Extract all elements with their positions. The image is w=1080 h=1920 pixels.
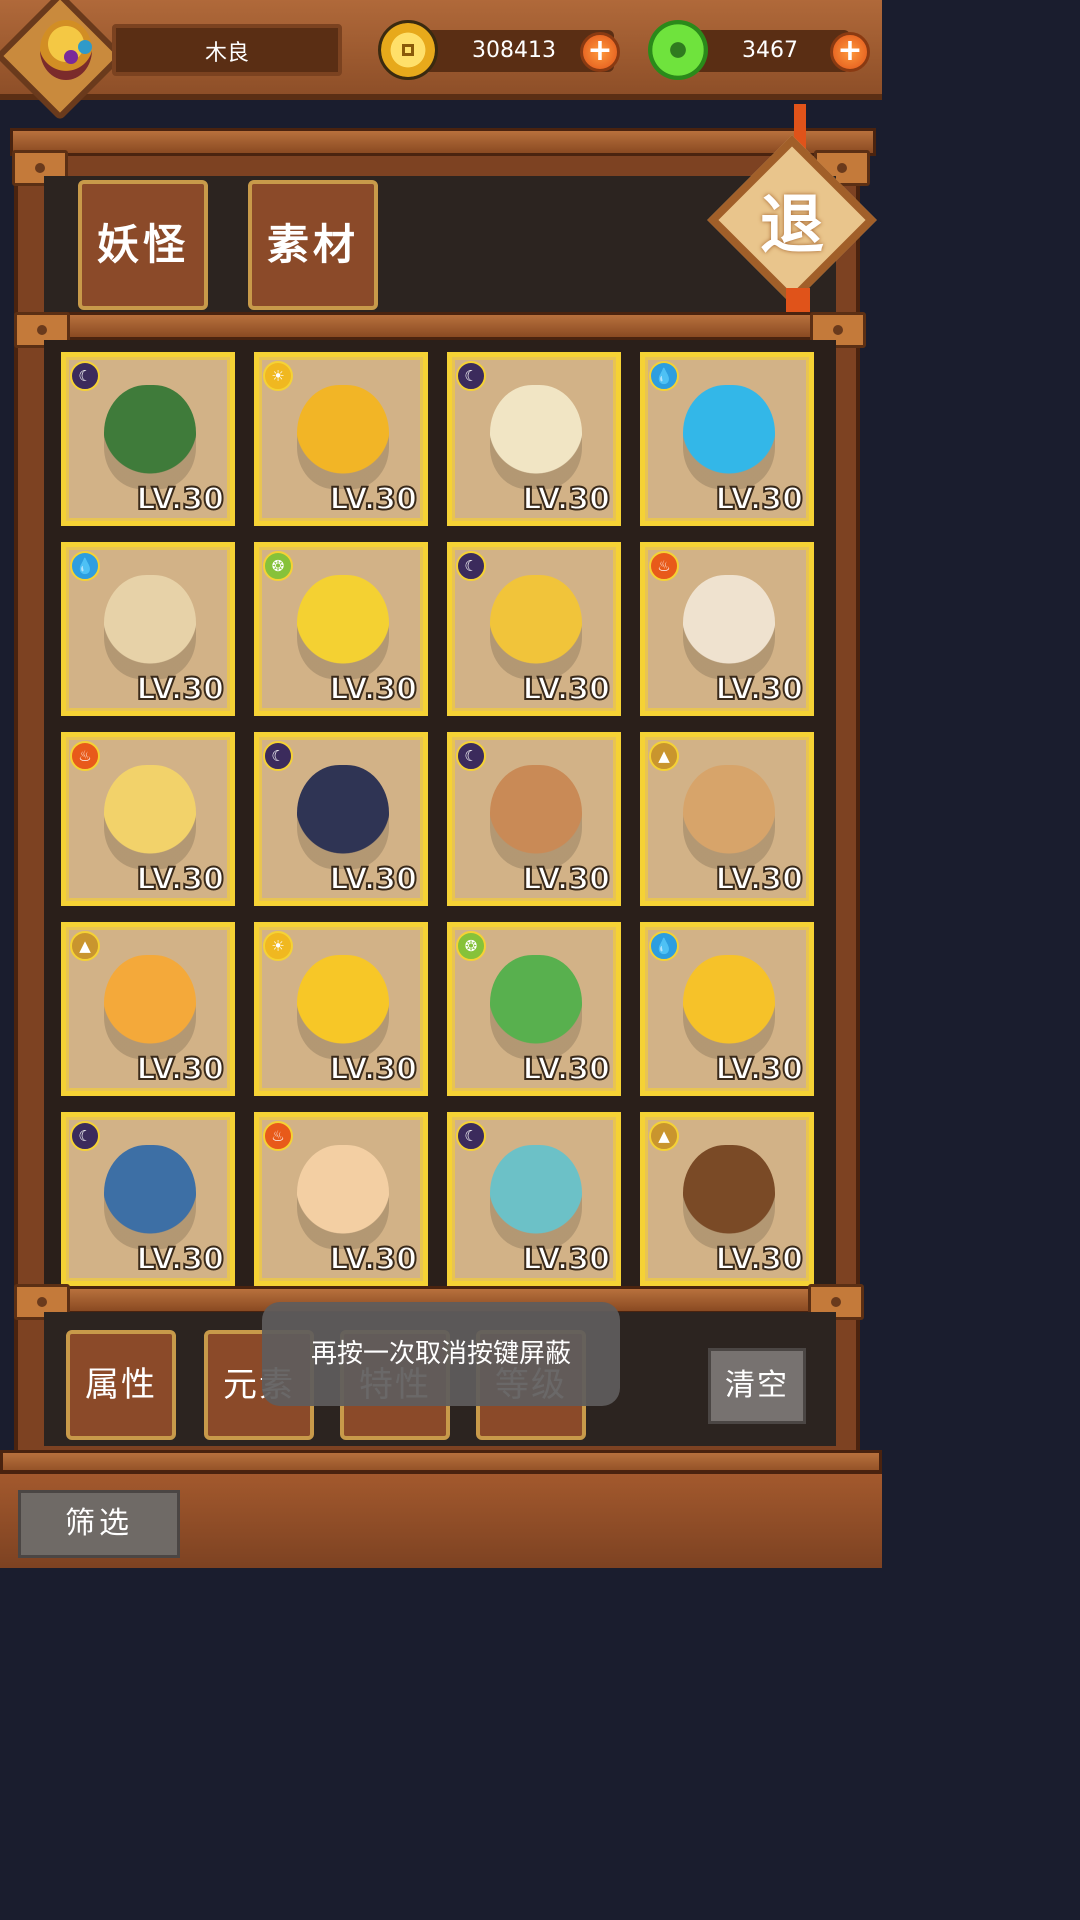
monster-level: LV.30 (136, 861, 225, 898)
monster-level: LV.30 (136, 481, 225, 518)
jade-amount: 3467 (690, 30, 850, 72)
monster-image (297, 1145, 389, 1249)
gold-coin-icon (378, 20, 438, 80)
monster-image (683, 765, 775, 869)
moon-element-icon: ☾ (70, 361, 100, 391)
monster-image (297, 385, 389, 489)
monster-level: LV.30 (715, 1241, 804, 1278)
middle-beam (14, 312, 862, 340)
monster-card[interactable]: ☾ LV.30 (447, 732, 621, 906)
filter-attribute[interactable]: 属性 (66, 1330, 176, 1440)
monster-level: LV.30 (329, 481, 418, 518)
filter-button[interactable]: 筛选 (18, 1490, 180, 1558)
moon-element-icon: ☾ (456, 551, 486, 581)
monster-level: LV.30 (522, 1051, 611, 1088)
monster-level: LV.30 (136, 671, 225, 708)
monster-level: LV.30 (715, 671, 804, 708)
monster-image (104, 765, 196, 869)
gem-icon (78, 40, 92, 54)
add-jade-button[interactable]: + (830, 32, 870, 72)
monster-card[interactable]: ❂ LV.30 (447, 922, 621, 1096)
moon-element-icon: ☾ (70, 1121, 100, 1151)
monster-card[interactable]: ▲ LV.30 (61, 922, 235, 1096)
jade-coin-icon (648, 20, 708, 80)
sun-element-icon: ☀ (263, 931, 293, 961)
sun-element-icon: ☀ (263, 361, 293, 391)
monster-card[interactable]: ▲ LV.30 (640, 1112, 814, 1286)
water-element-icon: 💧 (649, 361, 679, 391)
monster-card[interactable]: 💧 LV.30 (640, 352, 814, 526)
moon-element-icon: ☾ (456, 1121, 486, 1151)
monster-card[interactable]: ☾ LV.30 (254, 732, 428, 906)
player-name: 木良 (112, 24, 342, 76)
monster-image (490, 385, 582, 489)
monster-level: LV.30 (329, 1051, 418, 1088)
monster-card[interactable]: ☀ LV.30 (254, 352, 428, 526)
monster-card[interactable]: 💧 LV.30 (640, 922, 814, 1096)
monster-card[interactable]: ☾ LV.30 (447, 1112, 621, 1286)
moon-element-icon: ☾ (456, 741, 486, 771)
fire-element-icon: ♨ (263, 1121, 293, 1151)
monster-image (104, 1145, 196, 1249)
earth-element-icon: ▲ (649, 741, 679, 771)
monster-level: LV.30 (329, 861, 418, 898)
earth-element-icon: ▲ (70, 931, 100, 961)
tab-materials[interactable]: 素材 (248, 180, 378, 310)
monster-image (490, 955, 582, 1059)
monster-image (490, 1145, 582, 1249)
monster-card[interactable]: ☾ LV.30 (447, 352, 621, 526)
add-gold-button[interactable]: + (580, 32, 620, 72)
top-beam (10, 128, 876, 156)
fire-element-icon: ♨ (70, 741, 100, 771)
monster-image (104, 385, 196, 489)
monster-card[interactable]: ❂ LV.30 (254, 542, 428, 716)
monster-image (490, 575, 582, 679)
monster-image (297, 955, 389, 1059)
monster-level: LV.30 (136, 1051, 225, 1088)
monster-image (683, 1145, 775, 1249)
monster-level: LV.30 (136, 1241, 225, 1278)
monster-image (104, 955, 196, 1059)
wood-element-icon: ❂ (263, 551, 293, 581)
monster-card[interactable]: ♨ LV.30 (640, 542, 814, 716)
toast-message: 再按一次取消按键屏蔽 (262, 1302, 620, 1406)
monster-card[interactable]: ☾ LV.30 (61, 1112, 235, 1286)
clear-button[interactable]: 清空 (708, 1348, 806, 1424)
exit-label[interactable]: 退 (752, 186, 832, 266)
monster-level: LV.30 (522, 1241, 611, 1278)
monster-level: LV.30 (715, 861, 804, 898)
monster-image (104, 575, 196, 679)
monster-level: LV.30 (329, 1241, 418, 1278)
monster-image (297, 575, 389, 679)
monster-card[interactable]: ♨ LV.30 (254, 1112, 428, 1286)
monster-image (683, 955, 775, 1059)
monster-image (490, 765, 582, 869)
monster-image (297, 765, 389, 869)
water-element-icon: 💧 (649, 931, 679, 961)
monster-card[interactable]: ☀ LV.30 (254, 922, 428, 1096)
monster-level: LV.30 (715, 1051, 804, 1088)
moon-element-icon: ☾ (263, 741, 293, 771)
tab-monsters[interactable]: 妖怪 (78, 180, 208, 310)
monster-card[interactable]: ☾ LV.30 (61, 352, 235, 526)
gem-icon (64, 50, 78, 64)
monster-card[interactable]: 💧 LV.30 (61, 542, 235, 716)
monster-level: LV.30 (329, 671, 418, 708)
earth-element-icon: ▲ (649, 1121, 679, 1151)
water-element-icon: 💧 (70, 551, 100, 581)
moon-element-icon: ☾ (456, 361, 486, 391)
monster-level: LV.30 (522, 481, 611, 518)
monster-card[interactable]: ☾ LV.30 (447, 542, 621, 716)
monster-image (683, 385, 775, 489)
monster-card[interactable]: ♨ LV.30 (61, 732, 235, 906)
monster-level: LV.30 (715, 481, 804, 518)
monster-image (683, 575, 775, 679)
wood-element-icon: ❂ (456, 931, 486, 961)
fire-element-icon: ♨ (649, 551, 679, 581)
monster-card[interactable]: ▲ LV.30 (640, 732, 814, 906)
monster-level: LV.30 (522, 671, 611, 708)
monster-level: LV.30 (522, 861, 611, 898)
